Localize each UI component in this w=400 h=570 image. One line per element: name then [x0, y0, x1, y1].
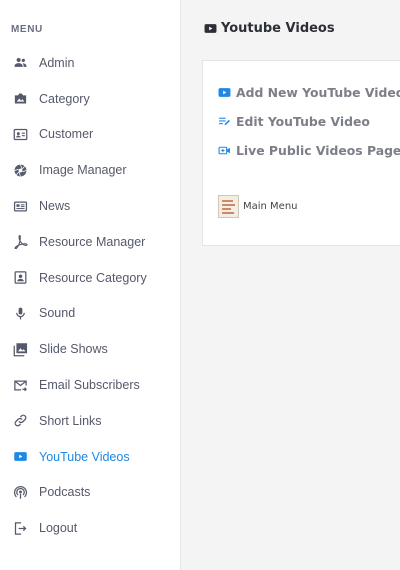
link-icon [12, 413, 28, 429]
sidebar-item-image-manager[interactable]: Image Manager [0, 152, 181, 188]
aperture-icon [12, 162, 28, 178]
mic-icon [12, 305, 28, 321]
sidebar-item-label: Short Links [39, 413, 102, 428]
edit-youtube-video-link[interactable]: Edit YouTube Video [218, 114, 370, 129]
page-title-text: Youtube Videos [221, 21, 335, 36]
sidebar-item-category[interactable]: Category [0, 81, 181, 117]
link-label: Edit YouTube Video [236, 114, 370, 129]
edit-list-icon [218, 115, 232, 129]
link-label: Add New YouTube Video [236, 85, 400, 100]
sidebar-item-label: Slide Shows [39, 342, 108, 357]
video-call-icon [218, 144, 232, 158]
page-title: Youtube Videos [204, 21, 335, 36]
sidebar-item-resource-category[interactable]: Resource Category [0, 260, 181, 296]
youtube-icon [12, 449, 28, 465]
add-youtube-video-link[interactable]: Add New YouTube Video [218, 85, 400, 100]
sidebar-item-youtube-videos[interactable]: YouTube Videos [0, 439, 181, 475]
id-card-icon [12, 126, 28, 142]
users-icon [12, 55, 28, 71]
sidebar-item-resource-manager[interactable]: Resource Manager [0, 224, 181, 260]
sidebar-item-label: Resource Category [39, 270, 147, 285]
main-menu-label: Main Menu [243, 201, 298, 212]
email-forward-icon [12, 377, 28, 393]
sidebar-item-label: News [39, 199, 71, 214]
youtube-icon [218, 86, 232, 100]
sidebar-item-label: Resource Manager [39, 234, 146, 249]
photo-library-icon [12, 341, 28, 357]
sidebar-item-news[interactable]: News [0, 188, 181, 224]
sidebar-item-logout[interactable]: Logout [0, 510, 181, 546]
sidebar-item-sound[interactable]: Sound [0, 296, 181, 332]
live-public-videos-link[interactable]: Live Public Videos Page [218, 143, 400, 158]
sidebar-item-label: YouTube Videos [39, 449, 130, 464]
sidebar-item-admin[interactable]: Admin [0, 45, 181, 81]
main-menu-thumbnail [218, 195, 239, 218]
sidebar: MENU Admin Category Customer Image Manag… [0, 0, 181, 570]
sidebar-item-short-links[interactable]: Short Links [0, 403, 181, 439]
sidebar-item-label: Customer [39, 127, 94, 142]
sidebar-nav: Admin Category Customer Image Manager Ne… [0, 45, 181, 546]
app: MENU Admin Category Customer Image Manag… [0, 0, 400, 570]
category-icon [12, 91, 28, 107]
menu-heading: MENU [11, 24, 43, 35]
sidebar-item-label: Image Manager [39, 163, 127, 178]
sidebar-item-email-subscribers[interactable]: Email Subscribers [0, 367, 181, 403]
portrait-icon [12, 270, 28, 286]
logout-icon [12, 520, 28, 536]
sidebar-item-label: Podcasts [39, 485, 91, 500]
main-menu-link[interactable]: Main Menu [218, 195, 298, 218]
sidebar-item-customer[interactable]: Customer [0, 117, 181, 153]
news-icon [12, 198, 28, 214]
link-label: Live Public Videos Page [236, 143, 400, 158]
sidebar-item-label: Email Subscribers [39, 378, 140, 393]
youtube-icon [204, 22, 217, 35]
pdf-icon [12, 234, 28, 250]
sidebar-item-label: Sound [39, 306, 76, 321]
sidebar-item-label: Admin [39, 55, 75, 70]
sidebar-item-podcasts[interactable]: Podcasts [0, 475, 181, 511]
sidebar-item-slide-shows[interactable]: Slide Shows [0, 331, 181, 367]
sidebar-item-label: Logout [39, 521, 78, 536]
podcast-icon [12, 484, 28, 500]
sidebar-item-label: Category [39, 91, 90, 106]
